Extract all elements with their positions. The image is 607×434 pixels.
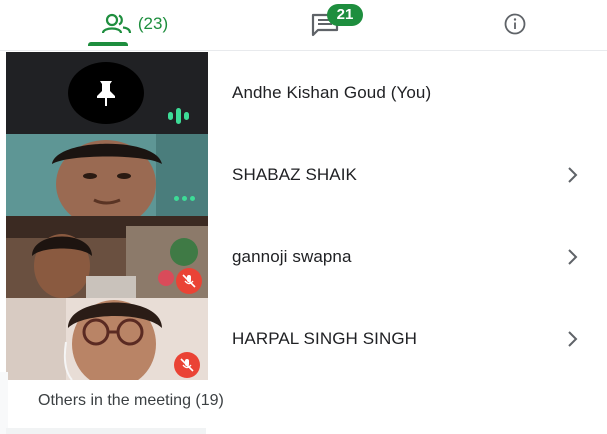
- edge-shadow: [0, 372, 8, 434]
- tabs-divider: [0, 50, 607, 51]
- participant-name: Andhe Kishan Goud (You): [232, 83, 432, 102]
- muted-badge: [176, 268, 202, 294]
- participant-row[interactable]: Andhe Kishan Goud (You): [0, 52, 607, 134]
- tab-info[interactable]: [490, 0, 540, 48]
- participant-video: [6, 298, 208, 380]
- video-frame: [6, 134, 208, 216]
- participant-row[interactable]: HARPAL SINGH SINGH: [0, 298, 607, 380]
- chevron-right-icon[interactable]: [560, 245, 584, 269]
- pin-button[interactable]: [68, 62, 144, 124]
- mic-off-icon: [180, 358, 194, 372]
- participant-row[interactable]: SHABAZ SHAIK: [0, 134, 607, 216]
- participant-video: [6, 216, 208, 298]
- panel-tabs: (23) 21: [0, 0, 607, 48]
- participant-tile-self: [6, 52, 208, 134]
- mic-off-icon: [182, 274, 196, 288]
- pin-icon: [97, 81, 115, 106]
- next-row-peek: [6, 428, 206, 434]
- others-in-meeting-header: Others in the meeting (19): [38, 392, 224, 409]
- participant-row[interactable]: gannoji swapna: [0, 216, 607, 298]
- tab-people[interactable]: (23): [80, 0, 190, 48]
- speaking-indicator: [174, 196, 195, 201]
- people-icon: [101, 13, 131, 34]
- people-count: (23): [137, 14, 169, 33]
- info-icon: [504, 13, 526, 35]
- active-tab-indicator: [88, 42, 128, 46]
- participant-name: gannoji swapna: [232, 247, 352, 266]
- chat-unread-badge: 21: [327, 4, 363, 26]
- muted-badge: [174, 352, 200, 378]
- chevron-right-icon[interactable]: [560, 163, 584, 187]
- chevron-right-icon[interactable]: [560, 327, 584, 351]
- speaking-indicator: [168, 108, 189, 124]
- participant-video: [6, 134, 208, 216]
- participant-name: SHABAZ SHAIK: [232, 165, 357, 184]
- participant-name: HARPAL SINGH SINGH: [232, 329, 418, 348]
